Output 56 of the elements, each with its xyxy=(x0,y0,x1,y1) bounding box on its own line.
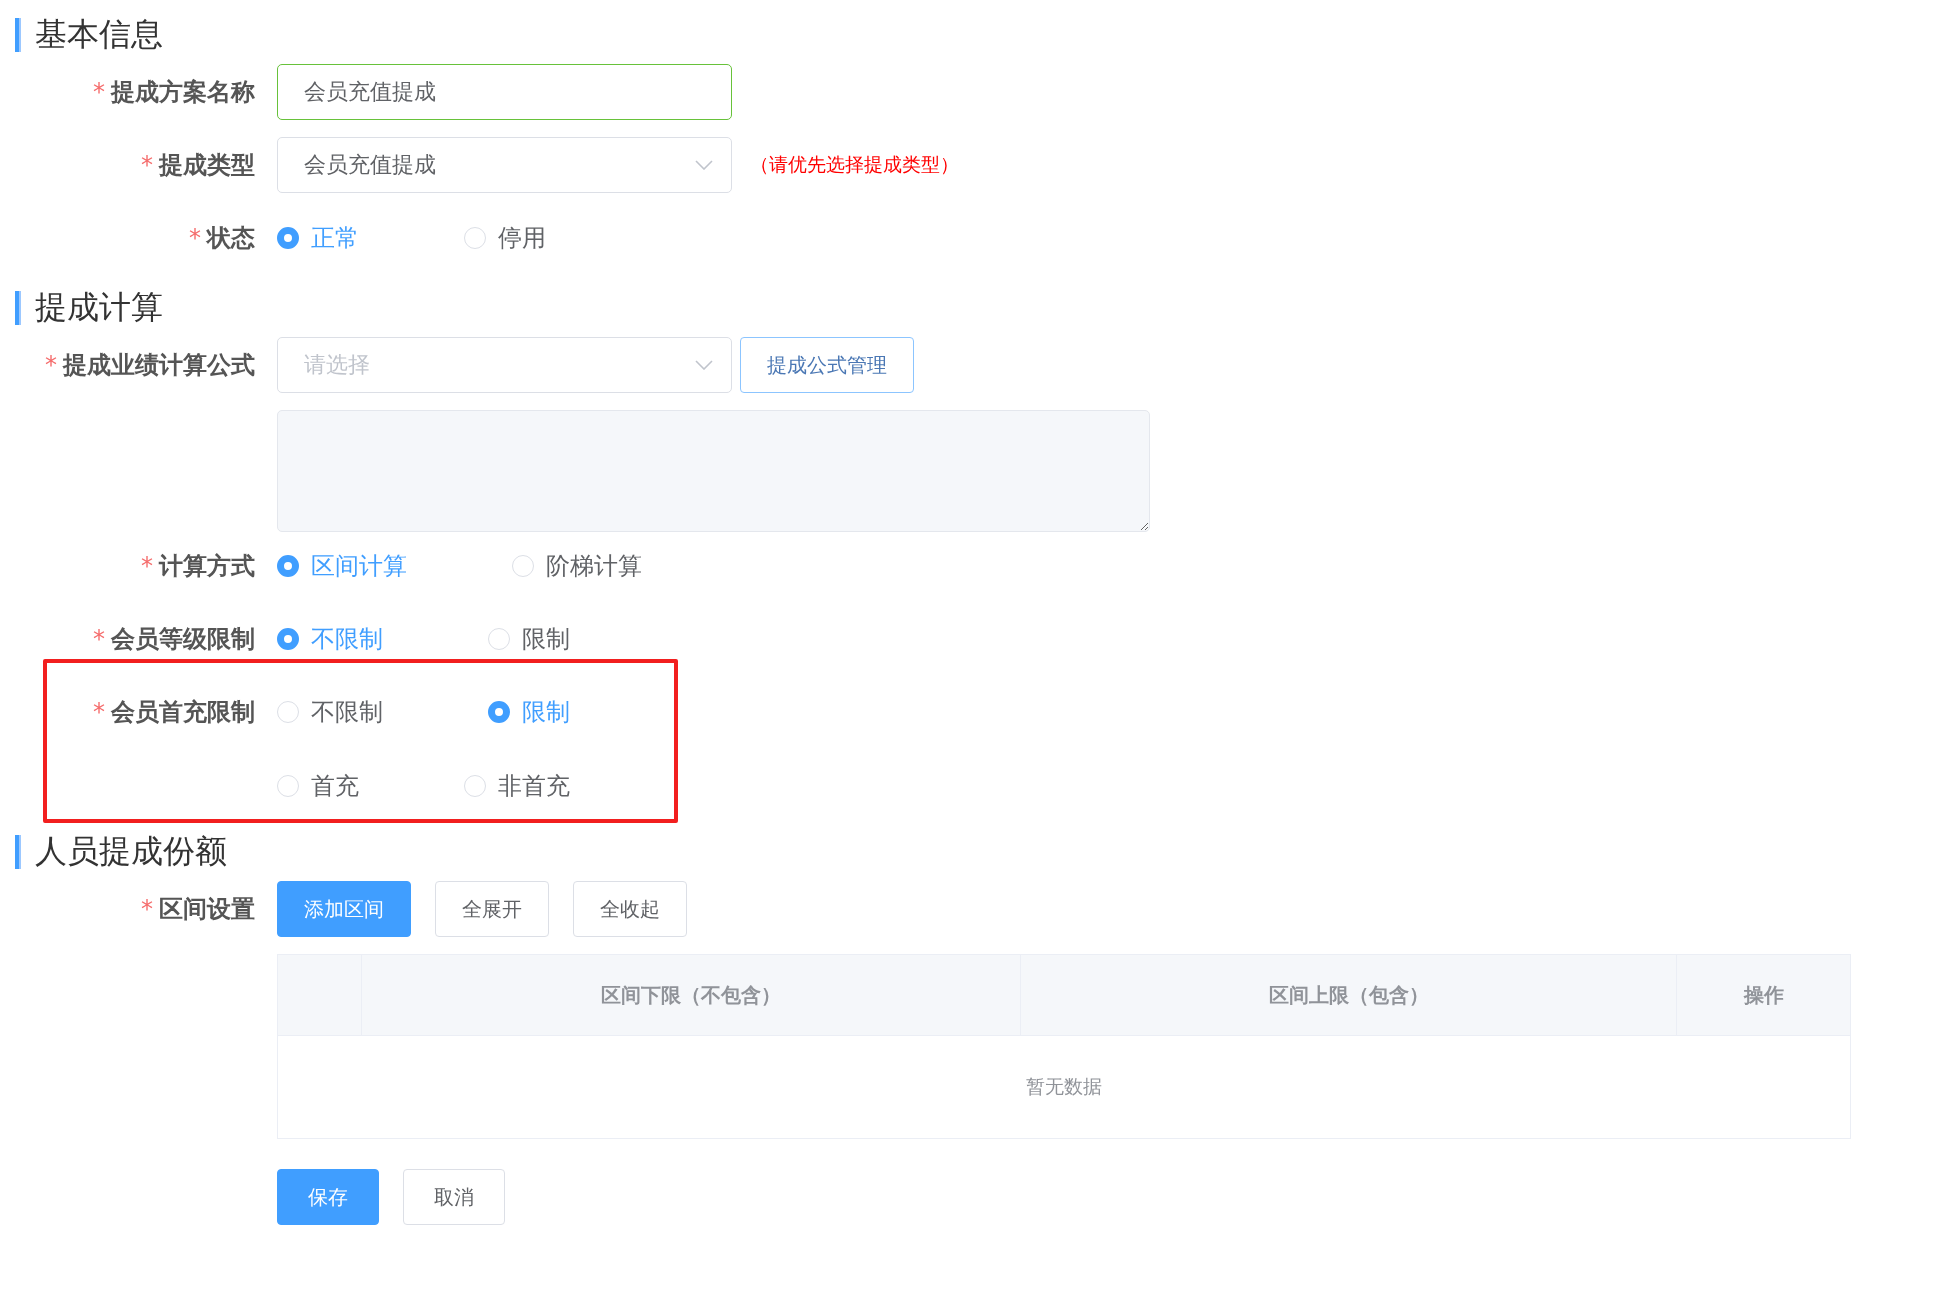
radio-button-icon[interactable] xyxy=(488,701,510,723)
radio-option[interactable]: 阶梯计算 xyxy=(512,550,642,582)
section-title-text: 基本信息 xyxy=(35,14,163,55)
radio-option[interactable]: 非首充 xyxy=(464,770,570,802)
required-mark: * xyxy=(141,552,153,580)
required-mark: * xyxy=(45,351,57,379)
radio-label: 限制 xyxy=(522,624,570,655)
select-field[interactable]: 会员充值提成 xyxy=(277,137,732,193)
radio-option[interactable]: 停用 xyxy=(464,222,546,254)
formula-manage-button[interactable]: 提成公式管理 xyxy=(740,337,914,393)
radio-button-icon[interactable] xyxy=(277,628,299,650)
field-label: 提成业绩计算公式 xyxy=(63,350,255,381)
radio-option[interactable]: 不限制 xyxy=(277,696,383,728)
radio-label: 不限制 xyxy=(311,624,383,655)
section-bar xyxy=(15,835,21,869)
radio-label: 阶梯计算 xyxy=(546,551,642,582)
radio-label: 区间计算 xyxy=(311,551,407,582)
section-bar xyxy=(15,291,21,325)
required-mark: * xyxy=(141,151,153,179)
radio-label: 不限制 xyxy=(311,697,383,728)
radio-label: 非首充 xyxy=(498,771,570,802)
required-mark: * xyxy=(93,625,105,653)
section-title-text: 人员提成份额 xyxy=(35,831,227,872)
radio-label: 首充 xyxy=(311,771,359,802)
radio-label: 正常 xyxy=(311,223,359,254)
formula-textarea[interactable] xyxy=(277,410,1150,532)
field-label: 提成类型 xyxy=(159,150,255,181)
section-title-text: 提成计算 xyxy=(35,287,163,328)
form-action-button[interactable]: 取消 xyxy=(403,1169,505,1225)
field-label: 状态 xyxy=(207,223,255,254)
table-action-button[interactable]: 全收起 xyxy=(573,881,687,937)
radio-button-icon[interactable] xyxy=(277,555,299,577)
radio-option[interactable]: 首充 xyxy=(277,770,359,802)
radio-option[interactable]: 限制 xyxy=(488,623,570,655)
input-field[interactable]: 会员充值提成 xyxy=(277,64,732,120)
hint-text: （请优先选择提成类型） xyxy=(750,152,959,177)
required-mark: * xyxy=(189,224,201,252)
radio-button-icon[interactable] xyxy=(277,227,299,249)
field-label: 会员首充限制 xyxy=(111,697,255,728)
table-action-button[interactable]: 全展开 xyxy=(435,881,549,937)
field-label: 区间设置 xyxy=(159,894,255,925)
required-mark: * xyxy=(93,698,105,726)
field-label: 提成方案名称 xyxy=(111,77,255,108)
header-cell-text: 操作 xyxy=(1742,981,1785,1009)
header-cell: 区间下限（不包含） xyxy=(362,955,1021,1035)
required-mark: * xyxy=(141,895,153,923)
radio-label: 停用 xyxy=(498,223,546,254)
section-bar xyxy=(15,18,21,52)
empty-text: 暂无数据 xyxy=(1025,1074,1103,1099)
field-label: 计算方式 xyxy=(159,551,255,582)
chevron-down-icon xyxy=(695,160,713,170)
header-cell: 区间上限（包含） xyxy=(1021,955,1677,1035)
radio-label: 限制 xyxy=(522,697,570,728)
field-label: 会员等级限制 xyxy=(111,624,255,655)
chevron-down-icon xyxy=(695,360,713,370)
required-mark: * xyxy=(93,78,105,106)
